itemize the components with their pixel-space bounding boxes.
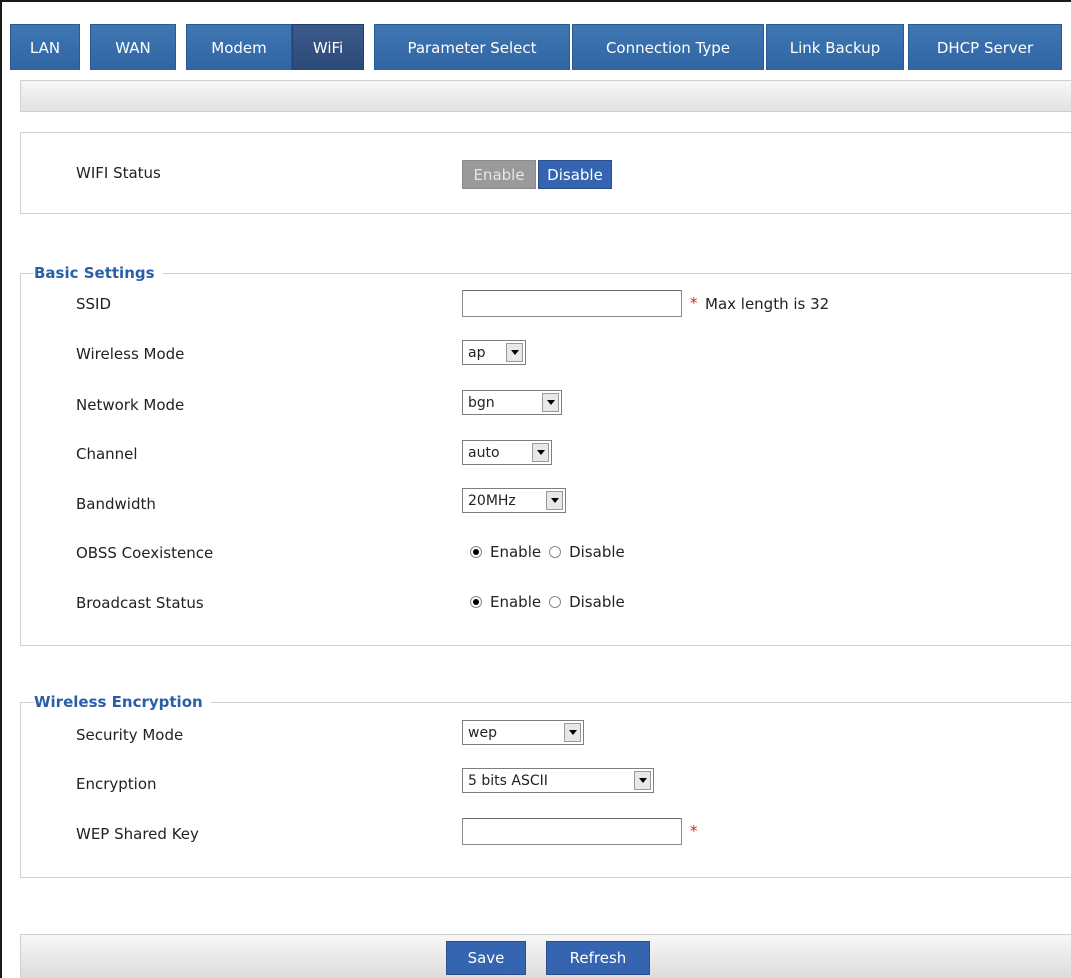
wireless-mode-value: ap [468,344,486,361]
ssid-input[interactable] [462,290,682,317]
refresh-button[interactable]: Refresh [546,941,650,975]
obss-enable-label: Enable [490,543,542,561]
wireless-encryption-legend: Wireless Encryption [34,693,211,711]
tab-wifi[interactable]: WiFi [292,24,364,70]
bandwidth-select[interactable]: 20MHz [462,488,566,513]
broadcast-disable-label: Disable [569,593,625,611]
encryption-select[interactable]: 5 bits ASCII [462,768,654,793]
broadcast-enable-radio[interactable] [470,596,482,608]
broadcast-enable-label: Enable [490,593,542,611]
header-strip [20,80,1071,112]
obss-coexistence-label: OBSS Coexistence [76,544,214,562]
tab-connection-type[interactable]: Connection Type [572,24,764,70]
security-mode-value: wep [468,724,497,741]
tab-parameter-select[interactable]: Parameter Select [374,24,570,70]
chevron-down-icon [532,443,549,462]
tab-modem[interactable]: Modem [186,24,292,70]
ssid-label: SSID [76,295,112,313]
tab-lan[interactable]: LAN [10,24,80,70]
ssid-hint: Max length is 32 [705,295,830,313]
save-button[interactable]: Save [446,941,526,975]
network-mode-select[interactable]: bgn [462,390,562,415]
network-mode-label: Network Mode [76,396,185,414]
chevron-down-icon [542,393,559,412]
basic-settings-legend: Basic Settings [34,264,163,282]
channel-select[interactable]: auto [462,440,552,465]
bandwidth-value: 20MHz [468,492,516,509]
chevron-down-icon [506,343,523,362]
chevron-down-icon [564,723,581,742]
bandwidth-label: Bandwidth [76,495,156,513]
wep-key-required-marker: * [690,822,698,840]
encryption-label: Encryption [76,775,157,793]
obss-enable-radio[interactable] [470,546,482,558]
obss-disable-label: Disable [569,543,625,561]
broadcast-status-radio-group: Enable Disable [470,593,625,611]
chevron-down-icon [634,771,651,790]
wifi-status-label: WIFI Status [76,164,161,182]
wep-shared-key-label: WEP Shared Key [76,825,199,843]
obss-coexistence-radio-group: Enable Disable [470,543,625,561]
broadcast-disable-radio[interactable] [549,596,562,608]
wireless-mode-label: Wireless Mode [76,345,185,363]
wireless-mode-select[interactable]: ap [462,340,526,365]
channel-label: Channel [76,445,138,463]
security-mode-label: Security Mode [76,726,184,744]
broadcast-status-label: Broadcast Status [76,594,204,612]
wifi-enable-button[interactable]: Enable [462,160,536,189]
channel-value: auto [468,444,500,461]
network-mode-value: bgn [468,394,495,411]
wifi-disable-button[interactable]: Disable [538,160,612,189]
encryption-value: 5 bits ASCII [468,772,548,789]
ssid-required-marker: * [690,294,698,312]
tab-link-backup[interactable]: Link Backup [766,24,904,70]
tab-dhcp-server[interactable]: DHCP Server [908,24,1062,70]
chevron-down-icon [546,491,563,510]
obss-disable-radio[interactable] [549,546,562,558]
tab-bar: LAN WAN Modem WiFi Parameter Select Conn… [10,10,1071,70]
security-mode-select[interactable]: wep [462,720,584,745]
tab-wan[interactable]: WAN [90,24,176,70]
wep-shared-key-input[interactable] [462,818,682,845]
